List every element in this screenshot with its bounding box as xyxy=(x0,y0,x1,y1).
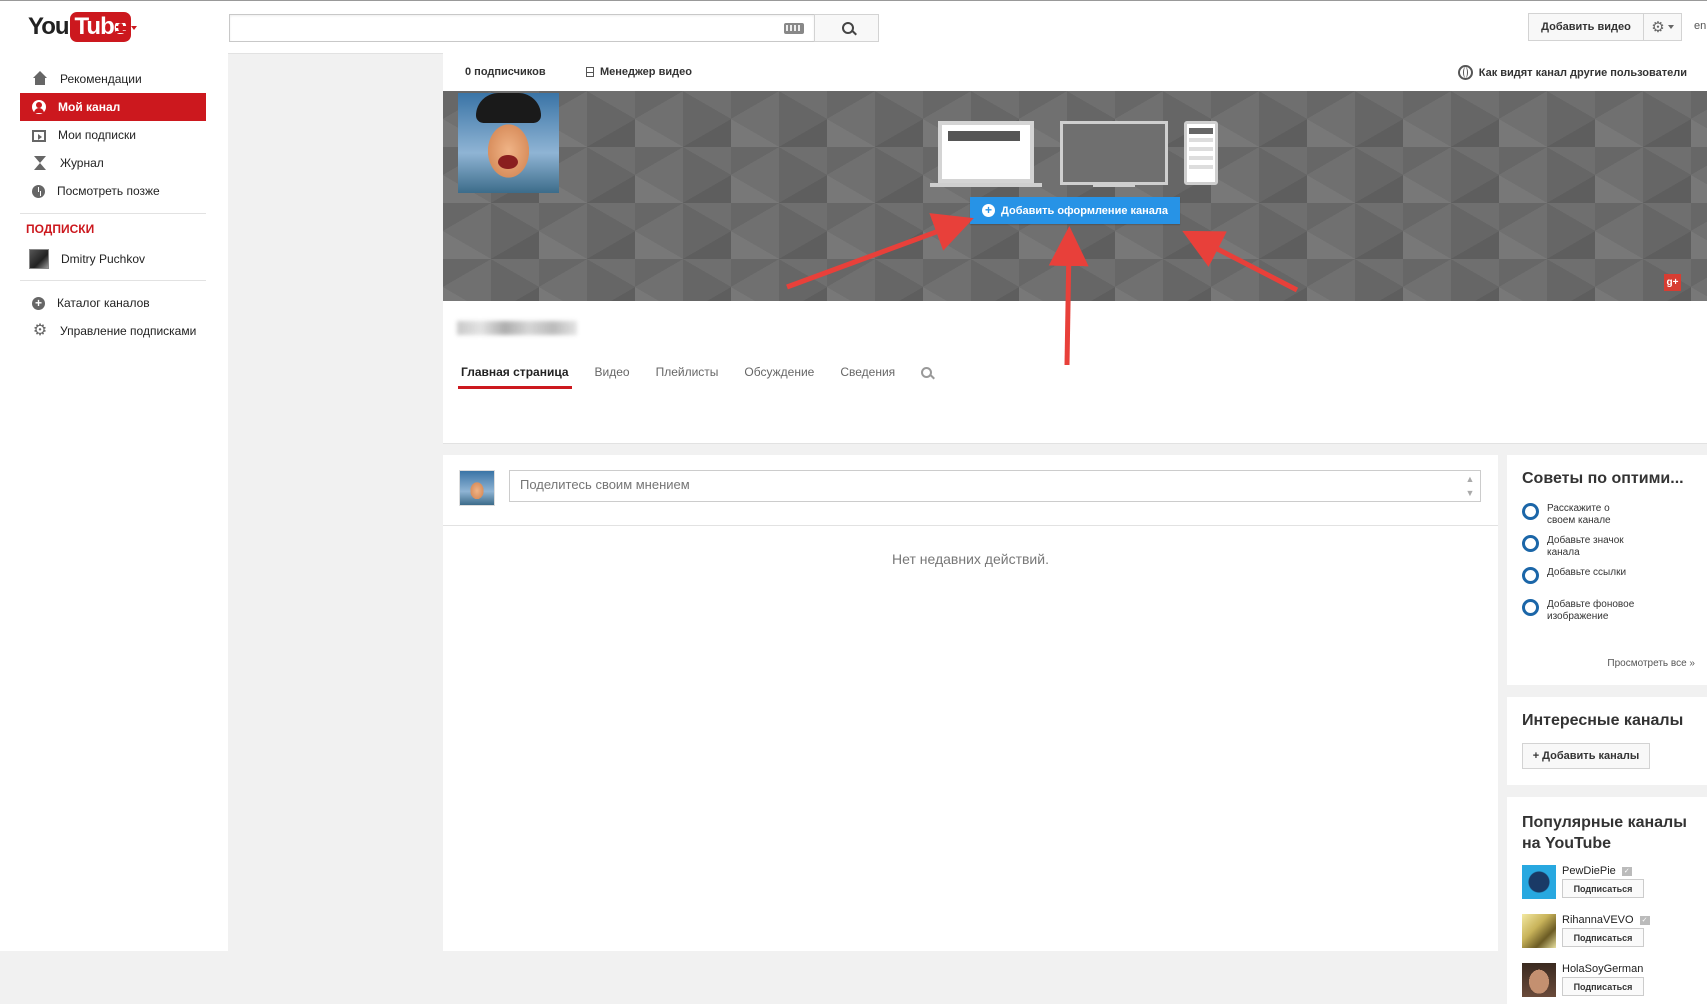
guide-item-watch-later[interactable]: Посмотреть позже xyxy=(20,177,206,205)
guide-sidebar: Рекомендации Мой канал Мои подписки Журн… xyxy=(0,53,228,951)
see-all-link[interactable]: Просмотреть все » xyxy=(1607,658,1695,669)
tip-item[interactable]: Добавьте фоновое изображение xyxy=(1522,599,1637,623)
tip-item[interactable]: Добавьте значок канала xyxy=(1522,535,1637,559)
channel-thumbnail[interactable] xyxy=(1522,865,1556,899)
channel-name[interactable]: RihannaVEVO ✓ xyxy=(1562,914,1650,926)
guide-item-label: Посмотреть позже xyxy=(57,184,160,198)
tip-label: Добавьте ссылки xyxy=(1547,567,1627,578)
guide-item-recommended[interactable]: Рекомендации xyxy=(20,65,206,93)
guide-item-channel-catalog[interactable]: + Каталог каналов xyxy=(20,289,206,317)
chevron-down-icon xyxy=(1667,25,1674,29)
user-account-label[interactable]: en xyxy=(1694,20,1706,32)
add-channels-button[interactable]: + Добавить каналы xyxy=(1522,743,1650,769)
tips-title: Советы по оптими... xyxy=(1522,470,1684,487)
person-icon xyxy=(32,100,46,114)
guide-item-label: Каталог каналов xyxy=(57,296,150,310)
verified-icon: ✓ xyxy=(1621,866,1632,876)
keyboard-icon[interactable] xyxy=(784,23,804,34)
guide-item-label: Мои подписки xyxy=(58,128,136,142)
interesting-title: Интересные каналы xyxy=(1522,712,1684,729)
hamburger-icon-bar xyxy=(116,31,128,33)
hamburger-icon xyxy=(116,21,128,23)
channel-name-text: HolaSoyGerman xyxy=(1562,963,1644,975)
gear-icon: ⚙ xyxy=(32,322,48,339)
guide-menu-button[interactable] xyxy=(116,19,140,35)
guide-item-label: Мой канал xyxy=(58,100,121,114)
popular-channels-card: Популярные каналы на YouTube PewDiePie ✓ … xyxy=(1507,797,1707,1004)
guide-divider xyxy=(20,280,206,281)
chevron-down-icon xyxy=(131,26,137,30)
tip-item[interactable]: Расскажите о своем канале xyxy=(1522,503,1637,527)
guide-item-label: Управление подписками xyxy=(60,324,197,338)
upload-button[interactable]: Добавить видео xyxy=(1528,13,1644,41)
channel-thumbnail[interactable] xyxy=(1522,963,1556,997)
subscribe-button[interactable]: Подписаться xyxy=(1562,879,1644,898)
search-button[interactable] xyxy=(814,14,879,42)
gear-icon: ⚙ xyxy=(1651,19,1665,36)
guide-divider xyxy=(20,213,206,214)
search-box xyxy=(229,14,815,42)
logo-you: You xyxy=(28,13,70,40)
channel-avatar xyxy=(29,249,49,269)
search-icon xyxy=(842,22,854,34)
subscriptions-icon xyxy=(32,130,46,142)
progress-ring-icon xyxy=(1522,503,1539,520)
subscribe-button[interactable]: Подписаться xyxy=(1562,928,1644,947)
tip-label: Расскажите о своем канале xyxy=(1547,503,1611,526)
progress-ring-icon xyxy=(1522,599,1539,616)
channel-name[interactable]: HolaSoyGerman xyxy=(1562,963,1643,975)
hamburger-icon-bar xyxy=(116,26,128,28)
guide-item-label: Рекомендации xyxy=(60,72,142,86)
plus-circle-icon: + xyxy=(32,296,45,310)
tip-item[interactable]: Добавьте ссылки xyxy=(1522,567,1637,584)
right-sidebar: Советы по оптими... Расскажите о своем к… xyxy=(443,53,1707,1004)
interesting-channels-card: Интересные каналы + Добавить каналы xyxy=(1507,697,1707,785)
search-input[interactable] xyxy=(230,15,766,39)
progress-ring-icon xyxy=(1522,567,1539,584)
channel-name-text: PewDiePie xyxy=(1562,865,1616,877)
guide-item-history[interactable]: Журнал xyxy=(20,149,206,177)
clock-icon xyxy=(32,184,45,198)
channel-name[interactable]: PewDiePie ✓ xyxy=(1562,865,1632,877)
progress-ring-icon xyxy=(1522,535,1539,552)
tip-label: Добавьте фоновое изображение xyxy=(1547,599,1635,622)
guide-item-label: Журнал xyxy=(60,156,104,170)
guide-item-label: Dmitry Puchkov xyxy=(61,252,146,266)
popular-channel-item: RihannaVEVO ✓ Подписаться xyxy=(1522,914,1697,954)
settings-button[interactable]: ⚙ xyxy=(1644,13,1682,41)
guide-item-subscription[interactable]: Dmitry Puchkov xyxy=(20,245,206,273)
guide-item-manage-subscriptions[interactable]: ⚙ Управление подписками xyxy=(20,317,206,345)
channel-name-text: RihannaVEVO xyxy=(1562,914,1634,926)
tip-label: Добавьте значок канала xyxy=(1547,535,1624,558)
channel-thumbnail[interactable] xyxy=(1522,914,1556,948)
verified-icon: ✓ xyxy=(1639,915,1650,925)
subscribe-button[interactable]: Подписаться xyxy=(1562,977,1644,996)
guide-item-my-subscriptions[interactable]: Мои подписки xyxy=(20,121,206,149)
optimization-tips-card: Советы по оптими... Расскажите о своем к… xyxy=(1507,455,1707,685)
guide-subscriptions-title: подписки xyxy=(26,222,95,236)
popular-channel-item: HolaSoyGerman Подписаться xyxy=(1522,963,1697,1003)
home-icon xyxy=(32,71,48,87)
popular-channel-item: PewDiePie ✓ Подписаться xyxy=(1522,865,1697,905)
hourglass-icon xyxy=(32,155,48,171)
popular-title: Популярные каналы на YouTube xyxy=(1522,814,1687,852)
masthead: You Tube Добавить видео ⚙ en xyxy=(0,0,1707,54)
guide-item-my-channel[interactable]: Мой канал xyxy=(20,93,206,121)
